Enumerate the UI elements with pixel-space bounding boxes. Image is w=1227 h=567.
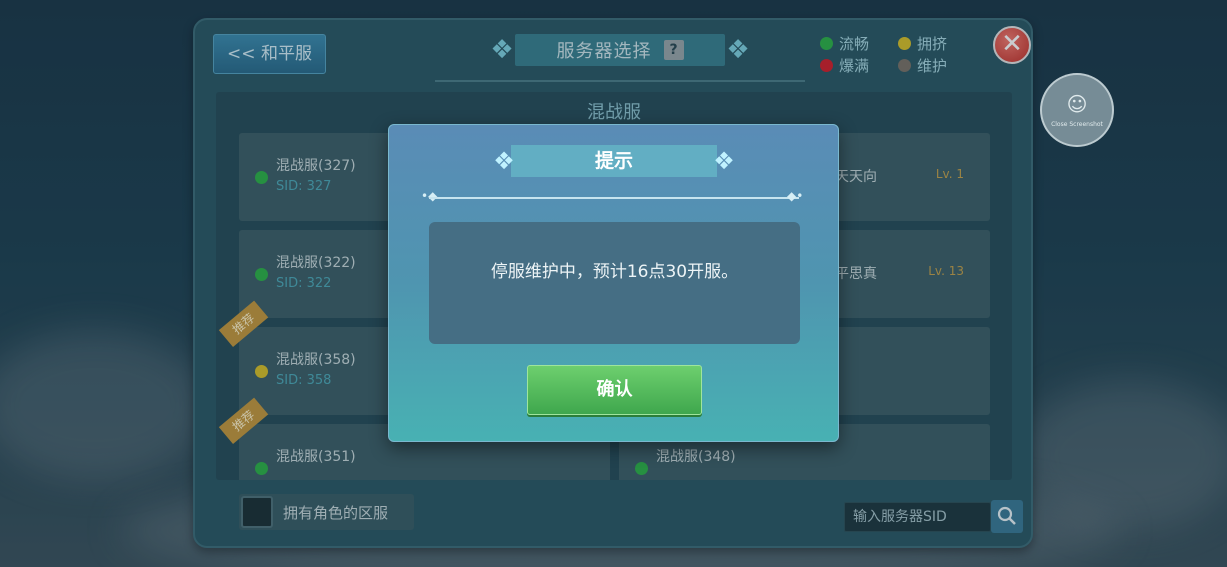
confirm-button[interactable]: 确认 xyxy=(527,365,702,415)
screenshot-label: Close Screenshot xyxy=(1051,120,1103,128)
notice-dialog: ❖ ❖ 提示 •◆ ◆• 停服维护中，预计16点30开服。 确认 xyxy=(388,124,839,442)
divider-ornament-icon: •◆ xyxy=(421,189,438,203)
screenshot-icon: ☺ xyxy=(1066,91,1088,116)
dialog-title: 提示 xyxy=(594,150,633,172)
dialog-divider xyxy=(429,197,799,199)
divider-ornament-icon: ◆• xyxy=(787,189,804,203)
dialog-message: 停服维护中，预计16点30开服。 xyxy=(429,222,800,344)
screenshot-button[interactable]: ☺ Close Screenshot xyxy=(1040,73,1114,147)
dialog-title-band: ❖ ❖ 提示 xyxy=(489,143,739,179)
